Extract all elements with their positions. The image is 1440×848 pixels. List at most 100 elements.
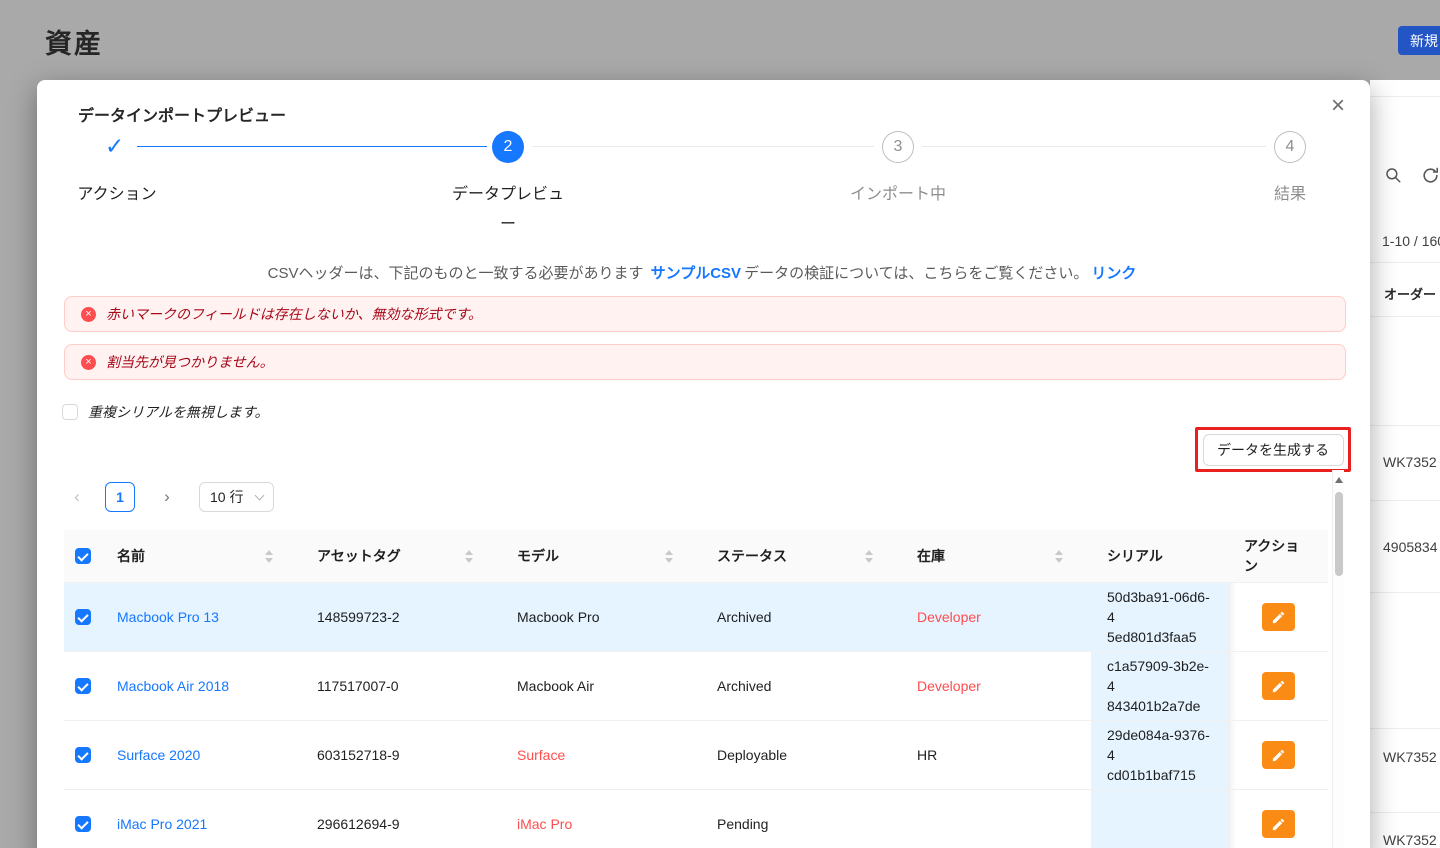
background-table-strip: 1-10 / 160 オーダー WK7352 4905834 WK7352 WK… xyxy=(1370,80,1440,848)
row-checkbox[interactable] xyxy=(75,609,91,625)
step-4-label: 結果 xyxy=(1210,180,1370,210)
refresh-icon[interactable] xyxy=(1421,166,1440,188)
model-cell: Macbook Pro xyxy=(501,583,701,651)
page-header: 資産 新規 xyxy=(0,0,1440,80)
prev-page-icon[interactable]: ‹ xyxy=(61,487,93,507)
order-value: 4905834 xyxy=(1383,539,1438,555)
screen: 資産 新規 1-10 / 160 オーダー WK7352 4905834 WK7… xyxy=(0,0,1440,848)
asset-tag-cell: 148599723-2 xyxy=(301,583,501,651)
new-button[interactable]: 新規 xyxy=(1398,26,1440,55)
action-cell xyxy=(1228,583,1328,651)
asset-name-link[interactable]: Macbook Air 2018 xyxy=(117,678,229,694)
scroll-up-icon[interactable] xyxy=(1335,477,1343,483)
divider xyxy=(1370,262,1440,263)
stock-cell: HR xyxy=(901,721,1091,789)
name-cell: Macbook Air 2018 xyxy=(101,652,301,720)
check-icon: ✓ xyxy=(105,133,124,160)
step-connector xyxy=(532,146,874,147)
step-connector xyxy=(922,146,1266,147)
ignore-duplicates-checkbox[interactable] xyxy=(62,404,78,420)
row-checkbox[interactable] xyxy=(75,816,91,832)
asset-name-link[interactable]: iMac Pro 2021 xyxy=(117,816,207,832)
divider xyxy=(1370,425,1440,426)
close-icon[interactable]: × xyxy=(1331,94,1345,118)
serial-cell: 29de084a-9376-4cd01b1baf715 xyxy=(1091,721,1228,789)
alert-text: 赤いマークのフィールドは存在しないか、無効な形式です。 xyxy=(106,304,482,324)
search-icon[interactable] xyxy=(1384,166,1402,187)
table-row[interactable]: iMac Pro 2021 296612694-9 iMac Pro Pendi… xyxy=(64,790,1328,848)
stock-cell: Developer xyxy=(901,583,1091,651)
status-cell: Archived xyxy=(701,652,901,720)
sort-icon[interactable] xyxy=(1055,550,1063,563)
next-page-icon[interactable]: › xyxy=(151,487,183,507)
column-header-status[interactable]: ステータス xyxy=(701,530,901,582)
table-row[interactable]: Macbook Air 2018 117517007-0 Macbook Air… xyxy=(64,652,1328,721)
table-row[interactable]: Macbook Pro 13 148599723-2 Macbook Pro A… xyxy=(64,583,1328,652)
serial-line: 29de084a-9376-4 xyxy=(1107,725,1212,765)
column-header-stock[interactable]: 在庫 xyxy=(901,530,1091,582)
description-text: データの検証については、こちらをご覧ください。 xyxy=(744,265,1088,282)
row-select-cell xyxy=(64,721,101,789)
ignore-duplicates-row: 重複シリアルを無視します。 xyxy=(62,402,268,422)
error-icon xyxy=(81,307,96,322)
divider xyxy=(1370,500,1440,501)
ignore-duplicates-label: 重複シリアルを無視します。 xyxy=(88,402,268,422)
row-select-cell xyxy=(64,790,101,848)
edit-button[interactable] xyxy=(1262,603,1295,631)
help-link[interactable]: リンク xyxy=(1091,265,1136,282)
asset-name-link[interactable]: Macbook Pro 13 xyxy=(117,609,219,625)
column-header-name[interactable]: 名前 xyxy=(101,530,301,582)
select-all-checkbox[interactable] xyxy=(75,548,91,564)
column-label: 名前 xyxy=(117,546,145,566)
asset-tag-cell: 296612694-9 xyxy=(301,790,501,848)
sort-icon[interactable] xyxy=(265,550,273,563)
column-label: 在庫 xyxy=(917,546,945,566)
edit-button[interactable] xyxy=(1262,810,1295,838)
serial-line: c1a57909-3b2e-4 xyxy=(1107,656,1212,696)
annotation-highlight: データを生成する xyxy=(1195,427,1351,472)
page-title: 資産 xyxy=(45,22,103,61)
serial-cell: c1a57909-3b2e-4843401b2a7de xyxy=(1091,652,1228,720)
row-checkbox[interactable] xyxy=(75,747,91,763)
name-cell: Surface 2020 xyxy=(101,721,301,789)
divider xyxy=(1370,96,1440,97)
scrollbar-thumb[interactable] xyxy=(1335,492,1343,576)
generate-data-button[interactable]: データを生成する xyxy=(1203,434,1344,466)
serial-line: 843401b2a7de xyxy=(1107,696,1200,716)
name-cell: Macbook Pro 13 xyxy=(101,583,301,651)
sort-icon[interactable] xyxy=(865,550,873,563)
description-text: CSVヘッダーは、下記のものと一致する必要があります xyxy=(268,265,648,282)
asset-name-link[interactable]: Surface 2020 xyxy=(117,747,200,763)
error-alert: 赤いマークのフィールドは存在しないか、無効な形式です。 xyxy=(64,296,1346,332)
column-header-action: アクション xyxy=(1228,530,1328,582)
action-cell xyxy=(1228,790,1328,848)
alert-text: 割当先が見つかりません。 xyxy=(106,352,274,372)
column-header-model[interactable]: モデル xyxy=(501,530,701,582)
preview-table: 名前 アセットタグ モデル ステータス 在庫 シリアル アクション Macboo… xyxy=(64,530,1328,848)
table-scrollbar[interactable] xyxy=(1332,470,1344,848)
page-size-select[interactable]: 10 行 xyxy=(199,482,274,512)
table-row[interactable]: Surface 2020 603152718-9 Surface Deploya… xyxy=(64,721,1328,790)
status-cell: Deployable xyxy=(701,721,901,789)
step-3-label: インポート中 xyxy=(818,180,978,210)
edit-button[interactable] xyxy=(1262,741,1295,769)
edit-icon xyxy=(1271,679,1286,694)
page-number-button[interactable]: 1 xyxy=(105,482,135,512)
sort-icon[interactable] xyxy=(665,550,673,563)
name-cell: iMac Pro 2021 xyxy=(101,790,301,848)
column-header-asset-tag[interactable]: アセットタグ xyxy=(301,530,501,582)
column-label: モデル xyxy=(517,546,559,566)
asset-tag-cell: 117517007-0 xyxy=(301,652,501,720)
row-select-cell xyxy=(64,652,101,720)
stock-cell xyxy=(901,790,1091,848)
import-preview-modal: データインポートプレビュー × ✓ 2 3 4 アクション データプレビュー イ… xyxy=(37,80,1370,848)
row-checkbox[interactable] xyxy=(75,678,91,694)
edit-icon xyxy=(1271,610,1286,625)
edit-button[interactable] xyxy=(1262,672,1295,700)
error-icon xyxy=(81,355,96,370)
order-value: WK7352 xyxy=(1383,454,1437,470)
serial-cell xyxy=(1091,790,1228,848)
sort-icon[interactable] xyxy=(465,550,473,563)
edit-icon xyxy=(1271,817,1286,832)
sample-csv-link[interactable]: サンプルCSV xyxy=(651,265,741,282)
